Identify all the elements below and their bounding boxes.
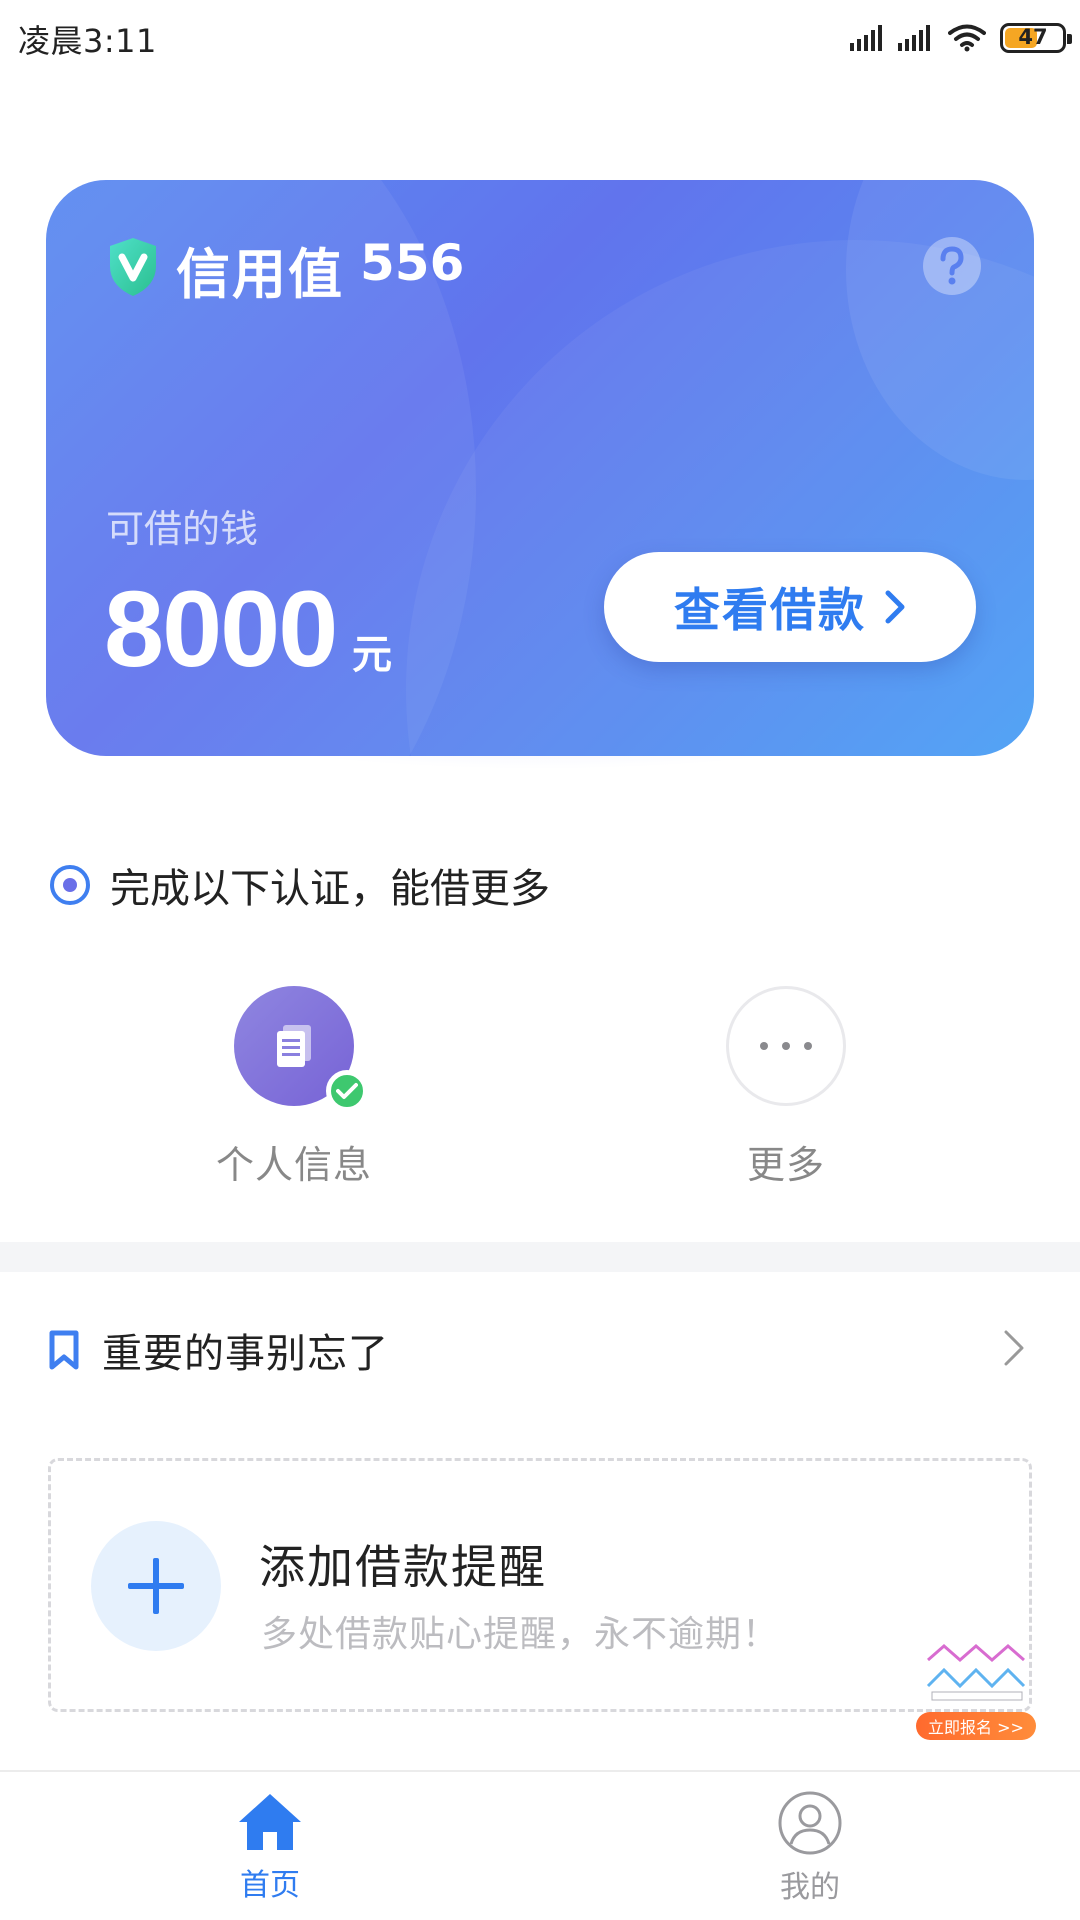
credit-score: 556: [360, 234, 465, 292]
add-reminder-button[interactable]: [91, 1521, 221, 1651]
verify-item-more[interactable]: 更多: [666, 986, 906, 1189]
reminder-header[interactable]: 重要的事别忘了: [48, 1322, 1032, 1378]
promo-signup-button[interactable]: 立即报名 >>: [916, 1712, 1036, 1740]
home-icon: [239, 1794, 301, 1850]
add-reminder-card[interactable]: 添加借款提醒 多处借款贴心提醒，永不逾期！: [48, 1458, 1032, 1712]
status-time: 凌晨3:11: [18, 22, 157, 60]
status-icons: 47: [850, 20, 1072, 56]
section-divider: [0, 1242, 1080, 1272]
wifi-icon: [948, 24, 986, 52]
signal-icon: [898, 25, 930, 51]
verify-item-personal-info[interactable]: 个人信息: [174, 986, 414, 1189]
credit-title: 信用值: [176, 243, 344, 306]
nav-home-label: 首页: [240, 1868, 300, 1903]
battery-level: 47: [1018, 25, 1048, 49]
verified-check-icon: [326, 1070, 368, 1112]
status-bar: 凌晨3:11 47: [0, 0, 1080, 76]
document-icon: [277, 1025, 311, 1067]
verify-header: 完成以下认证，能借更多: [48, 860, 550, 912]
more-dots-icon: [760, 1042, 812, 1050]
verify-label-more: 更多: [746, 1143, 825, 1187]
nav-mine-label: 我的: [780, 1870, 840, 1905]
bottom-nav: 首页 我的: [0, 1770, 1080, 1920]
view-loan-button[interactable]: 查看借款: [604, 552, 976, 662]
user-icon: [778, 1791, 842, 1855]
more-icon-circle: [726, 986, 846, 1106]
target-icon: [50, 865, 90, 905]
promo-graphic-icon: [926, 1644, 1026, 1701]
nav-mine[interactable]: 我的: [710, 1790, 910, 1906]
borrow-label: 可借的钱: [106, 507, 259, 551]
add-reminder-title: 添加借款提醒: [259, 1540, 547, 1594]
verify-title: 完成以下认证，能借更多: [110, 866, 550, 912]
nav-home[interactable]: 首页: [170, 1790, 370, 1904]
chevron-right-icon: [1004, 1330, 1024, 1366]
signal-icon: [850, 25, 882, 51]
plus-icon: [128, 1558, 184, 1614]
personal-info-icon-circle: [234, 986, 368, 1112]
add-reminder-subtitle: 多处借款贴心提醒，永不逾期！: [261, 1614, 780, 1655]
chevron-right-icon: [885, 590, 905, 624]
battery-icon: 47: [1000, 23, 1072, 53]
view-loan-label: 查看借款: [674, 583, 866, 637]
help-icon[interactable]: [922, 236, 982, 296]
verify-label-personal-info: 个人信息: [215, 1143, 372, 1187]
reminder-title: 重要的事别忘了: [102, 1331, 389, 1377]
bookmark-icon: [49, 1330, 79, 1370]
amount-unit: 元: [352, 632, 392, 678]
shield-icon: [110, 238, 156, 296]
borrow-amount: 8000: [104, 568, 338, 689]
credit-card: 信用值 556 可借的钱 8000 元 查看借款: [46, 180, 1034, 756]
